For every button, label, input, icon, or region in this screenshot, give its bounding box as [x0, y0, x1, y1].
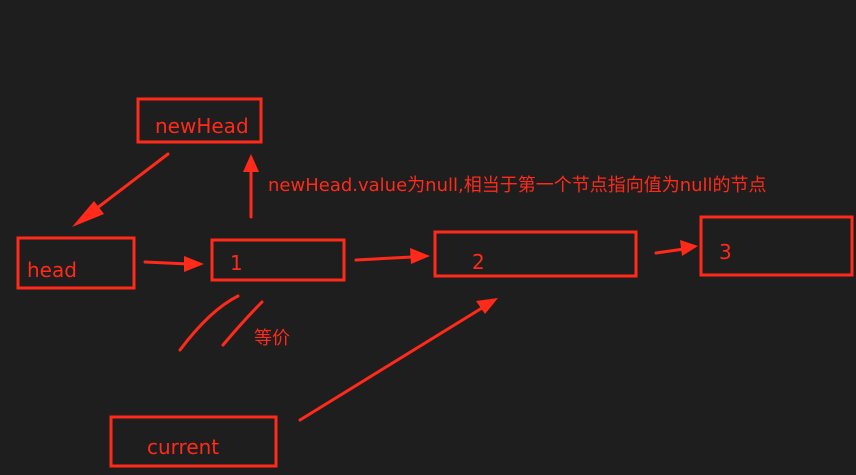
equivalence-marks — [178, 294, 264, 352]
current-label: current — [147, 435, 219, 459]
arrow-up-to-newhead — [243, 154, 259, 219]
head-node: head — [16, 236, 136, 290]
arrow-newhead-to-head — [72, 152, 170, 227]
newhead-label: newHead — [155, 114, 249, 138]
node-2: 2 — [433, 230, 638, 278]
node-2-label: 2 — [472, 250, 485, 274]
equivalent-note: 等价 — [254, 328, 290, 349]
arrow-head-to-1 — [143, 256, 204, 272]
newhead-note: newHead.value为null,相当于第一个节点指向值为null的节点 — [268, 175, 767, 196]
current-node: current — [109, 415, 278, 468]
node-1-label: 1 — [230, 251, 243, 275]
node-1: 1 — [210, 238, 346, 282]
head-label: head — [27, 258, 77, 282]
arrow-1-to-2 — [354, 248, 430, 264]
arrow-current-to-2 — [298, 298, 498, 422]
node-3: 3 — [699, 215, 854, 277]
arrow-2-to-3 — [654, 240, 698, 256]
linked-list-diagram: newHead head 1 2 3 current newHead.value… — [16, 97, 854, 468]
newhead-node: newHead — [136, 97, 263, 144]
node-3-label: 3 — [719, 240, 732, 264]
